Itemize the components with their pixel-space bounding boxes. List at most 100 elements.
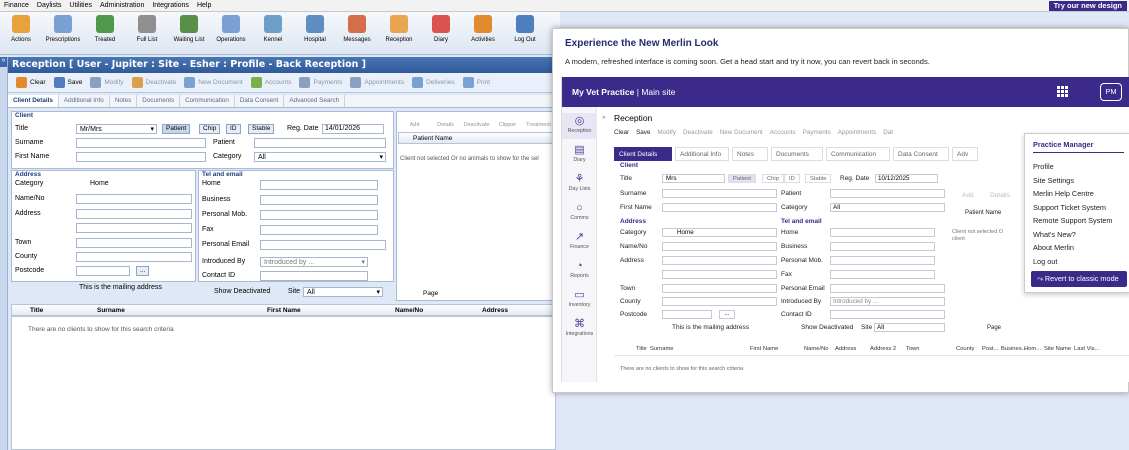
n-col-busines-[interactable]: Busines... <box>1001 346 1026 352</box>
show-deactivated-checkbox[interactable]: Show Deactivated <box>214 288 270 295</box>
action-deactivate-button[interactable]: Deactivate <box>131 77 176 88</box>
chip-toggle[interactable]: Chip <box>199 124 221 134</box>
n-tab-client-details[interactable]: Client Details <box>614 147 672 161</box>
n-col-town[interactable]: Town <box>906 346 920 352</box>
n-col-site-name[interactable]: Site Name <box>1044 346 1071 352</box>
toolbar-diary-button[interactable]: Diary <box>420 12 462 54</box>
n-col-first-name[interactable]: First Name <box>750 346 778 352</box>
action-save-button[interactable]: Save <box>53 77 82 88</box>
n-col-name-no[interactable]: Name/No <box>804 346 828 352</box>
col-name-no[interactable]: Name/No <box>395 305 423 316</box>
nav-inventory[interactable]: ▭ Inventory <box>562 287 597 313</box>
tab-notes[interactable]: Notes <box>110 95 138 107</box>
toolbar-actions-button[interactable]: Actions <box>0 12 42 54</box>
n-site-select[interactable]: All <box>874 323 945 332</box>
menu-daylists[interactable]: Daylists <box>33 2 66 9</box>
menu-help[interactable]: Help <box>193 2 215 9</box>
patient-input[interactable] <box>254 138 386 148</box>
user-avatar-button[interactable]: PM <box>1100 83 1122 101</box>
n-col-surname[interactable]: Surname <box>650 346 674 352</box>
try-new-design-button[interactable]: Try our new design <box>1048 1 1127 11</box>
contact-id-input[interactable] <box>260 271 368 281</box>
personal-mob-input[interactable] <box>260 210 378 220</box>
action-clear-button[interactable]: Clear <box>16 77 46 88</box>
action-print-button[interactable]: Print <box>462 77 490 88</box>
col-address[interactable]: Address <box>482 305 508 316</box>
dropdown-remote-support-system[interactable]: Remote Support System <box>1033 216 1113 225</box>
expand-chevron-icon[interactable]: » <box>0 57 7 67</box>
personal-email-input[interactable] <box>260 240 386 250</box>
category-select[interactable]: All <box>254 152 386 162</box>
n-col-address-2[interactable]: Address 2 <box>870 346 896 352</box>
patient-details-button[interactable]: Details <box>430 114 461 130</box>
name-no-input[interactable] <box>76 194 192 204</box>
tab-communication[interactable]: Communication <box>180 95 235 107</box>
n-tab-adv[interactable]: Adv <box>952 147 978 161</box>
dropdown-merlin-help-centre[interactable]: Merlin Help Centre <box>1033 189 1094 198</box>
tab-advanced-search[interactable]: Advanced Search <box>284 95 346 107</box>
action-payments-button[interactable]: Payments <box>299 77 342 88</box>
n-postcode-input[interactable] <box>662 310 712 319</box>
toolbar-messages-button[interactable]: Messages <box>336 12 378 54</box>
n-details-button[interactable]: Details <box>990 192 1010 199</box>
n-action-modify-button[interactable]: Modify <box>657 129 676 141</box>
n-name-no-input[interactable] <box>662 242 777 251</box>
n-action-payments-button[interactable]: Payments <box>803 129 831 141</box>
toolbar-activities-button[interactable]: Activities <box>462 12 504 54</box>
dropdown-site-settings[interactable]: Site Settings <box>1033 176 1074 185</box>
n-col-county[interactable]: County <box>956 346 974 352</box>
postcode-lookup-button[interactable]: ... <box>136 266 150 276</box>
patient-add-button[interactable]: Add <box>399 114 430 130</box>
n-introduced-by-select[interactable]: Introduced by ... <box>830 297 945 306</box>
mailing-address-checkbox[interactable]: This is the mailing address <box>79 284 162 291</box>
n-tab-communication[interactable]: Communication <box>826 147 890 161</box>
app-grid-icon[interactable] <box>1057 86 1068 97</box>
menu-utilities[interactable]: Utilities <box>65 2 96 9</box>
address-category-value[interactable]: Home <box>90 180 109 187</box>
dropdown-log-out[interactable]: Log out <box>1033 257 1057 266</box>
address-line-1[interactable] <box>76 209 192 219</box>
fax-input[interactable] <box>260 225 378 235</box>
n-patient-toggle[interactable]: Patient <box>728 174 757 183</box>
nav-day-lists[interactable]: ⚘ Day Lists <box>562 171 597 197</box>
action-appointments-button[interactable]: Appointments <box>350 77 404 88</box>
toolbar-waiting-list-button[interactable]: Waiting List <box>168 12 210 54</box>
n-address-line-1[interactable] <box>662 256 777 265</box>
col-first-name[interactable]: First Name <box>267 305 301 316</box>
toolbar-log-out-button[interactable]: Log Out <box>504 12 546 54</box>
n-id-toggle[interactable]: ID <box>784 174 800 183</box>
n-category-select[interactable]: All <box>830 203 945 212</box>
menu-administration[interactable]: Administration <box>96 2 148 9</box>
county-input[interactable] <box>76 252 192 262</box>
toolbar-treated-button[interactable]: Treated <box>84 12 126 54</box>
patient-deactivate-button[interactable]: Deactivate <box>461 114 492 130</box>
n-tab-data-consent[interactable]: Data Consent <box>893 147 949 161</box>
nav-reception[interactable]: ◎ Reception <box>562 113 597 139</box>
tab-documents[interactable]: Documents <box>137 95 181 107</box>
nav-integrations[interactable]: ⌘ Integrations <box>562 316 597 342</box>
title-select[interactable]: Mr/Mrs <box>76 124 157 134</box>
site-select[interactable]: All <box>303 287 383 297</box>
tab-data-consent[interactable]: Data Consent <box>235 95 285 107</box>
patient-clipper-button[interactable]: Clipper <box>492 114 523 130</box>
toolbar-operations-button[interactable]: Operations <box>210 12 252 54</box>
n-address-line-2[interactable] <box>662 270 777 279</box>
n-fax-input[interactable] <box>830 270 935 279</box>
n-personal-mob-input[interactable] <box>830 256 935 265</box>
nav-finance[interactable]: ↗ Finance <box>562 229 597 255</box>
dropdown-support-ticket-system[interactable]: Support Ticket System <box>1033 203 1106 212</box>
dropdown-what-s-new-[interactable]: What's New? <box>1033 230 1076 239</box>
n-show-deactivated-checkbox[interactable]: Show Deactivated <box>801 324 853 331</box>
n-county-input[interactable] <box>662 297 777 306</box>
collapsed-side-panel[interactable]: » <box>0 57 8 450</box>
dropdown-profile[interactable]: Profile <box>1033 162 1054 171</box>
n-addr-category-select[interactable]: Home <box>662 228 777 237</box>
n-patient-input[interactable] <box>830 189 945 198</box>
n-col-address[interactable]: Address <box>835 346 856 352</box>
toolbar-prescriptions-button[interactable]: Prescriptions <box>42 12 84 54</box>
col-title[interactable]: Title <box>30 305 43 316</box>
n-reg-input[interactable]: 10/12/2025 <box>875 174 938 183</box>
toolbar-reception-button[interactable]: Reception <box>378 12 420 54</box>
introduced-by-select[interactable]: Introduced by ... <box>260 257 368 267</box>
dropdown-about-merlin[interactable]: About Merlin <box>1033 243 1074 252</box>
